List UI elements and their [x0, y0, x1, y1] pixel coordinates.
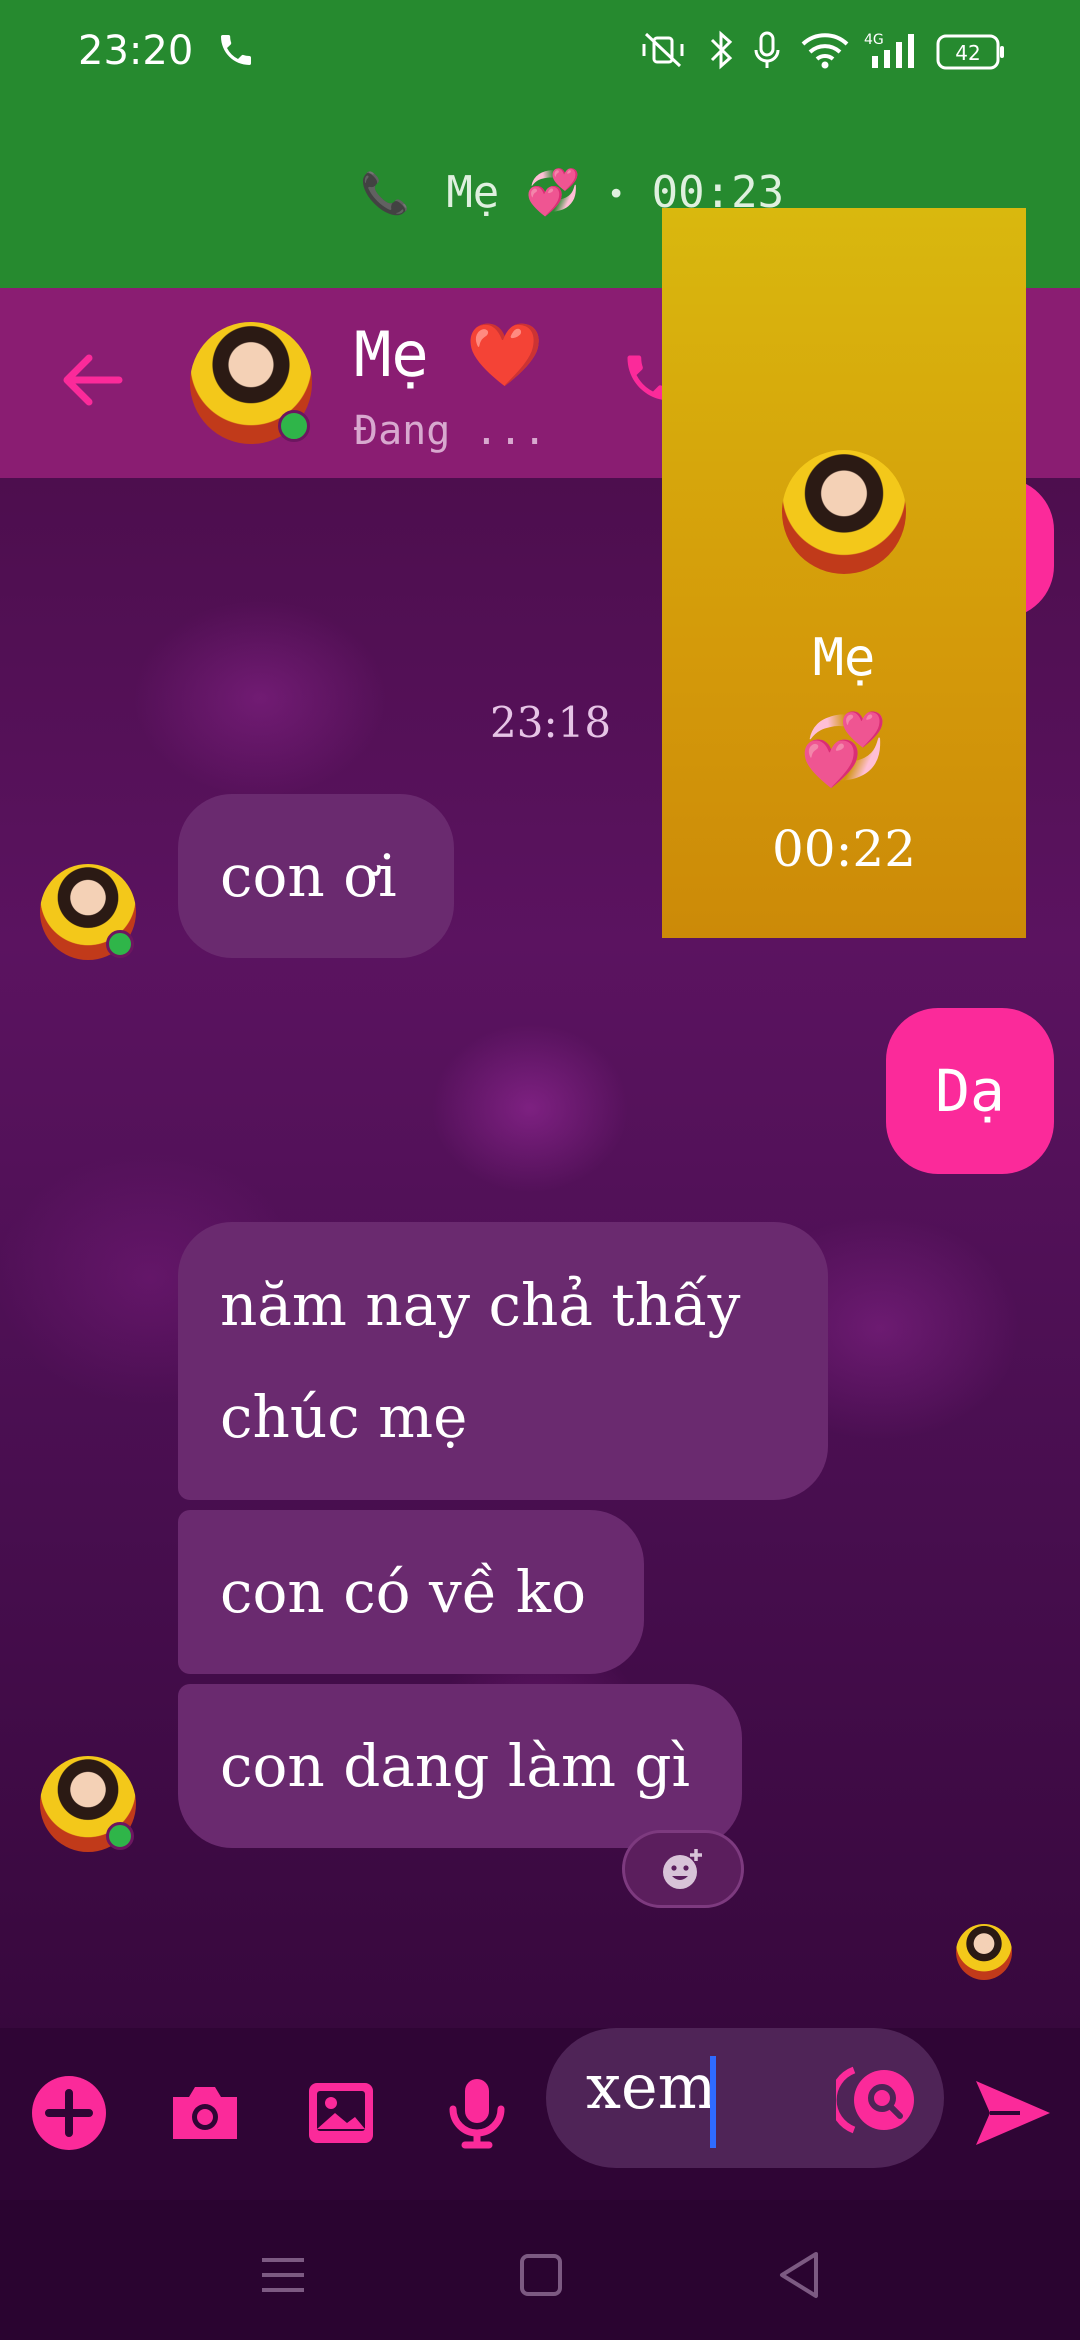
message-composer: xem: [0, 2028, 1080, 2200]
system-navigation-bar: [0, 2200, 1080, 2340]
message-text: con dang làm gì: [220, 1732, 691, 1800]
message-bubble-incoming[interactable]: con ơi: [178, 794, 454, 958]
wifi-icon: [800, 30, 850, 74]
text-caret: [710, 2056, 716, 2148]
recent-apps-button[interactable]: [248, 2240, 318, 2310]
message-text-line: chúc mẹ: [220, 1383, 468, 1451]
call-contact-name: Mẹ 💞: [446, 167, 581, 218]
message-input[interactable]: xem: [546, 2028, 944, 2168]
battery-level: 42: [955, 41, 980, 65]
message-text: con ơi: [220, 842, 397, 910]
add-button[interactable]: [24, 2068, 114, 2158]
microphone-icon: [449, 2079, 505, 2149]
home-square-icon: [520, 2254, 562, 2296]
contact-status: Đang ...: [354, 408, 547, 454]
mobile-signal-4g-icon: 4G: [864, 30, 920, 74]
floating-call-window[interactable]: Mẹ 💞 00:22: [662, 208, 1026, 938]
home-button[interactable]: [506, 2240, 576, 2310]
message-timestamp: 23:18: [490, 698, 612, 747]
microphone-status-icon: [752, 30, 782, 74]
back-button[interactable]: [52, 340, 132, 420]
plus-circle-icon: [32, 2076, 106, 2150]
svg-text:4G: 4G: [864, 32, 884, 48]
message-bubble-incoming[interactable]: con có về ko: [178, 1510, 644, 1674]
seen-indicator-avatar: [956, 1924, 1012, 1980]
bluetooth-icon: [706, 30, 736, 74]
send-icon: [976, 2081, 1050, 2145]
menu-lines-icon: [262, 2258, 304, 2292]
online-status-dot: [106, 930, 134, 958]
camera-icon: [173, 2087, 237, 2139]
call-window-name: Mẹ: [812, 628, 876, 688]
phone-icon: 📞: [360, 171, 410, 217]
call-separator: •: [607, 177, 626, 213]
emoji-add-icon: [663, 1849, 702, 1889]
add-reaction-button[interactable]: [622, 1830, 744, 1908]
message-text: con có về ko: [220, 1558, 586, 1626]
message-bubble-incoming[interactable]: năm nay chả thấy chúc mẹ: [178, 1222, 828, 1500]
back-nav-button[interactable]: [764, 2240, 834, 2310]
triangle-back-icon: [780, 2252, 818, 2298]
search-sticker-icon: [829, 2066, 914, 2134]
status-time: 23:20: [78, 28, 194, 74]
online-status-dot: [278, 410, 310, 442]
gallery-button[interactable]: [296, 2068, 386, 2158]
call-avatar: [782, 450, 906, 574]
two-hearts-emoji: 💞: [800, 708, 888, 790]
message-text: Dạ: [935, 1057, 1005, 1125]
phone-call-status-icon: [216, 30, 256, 74]
vibrate-off-icon: [636, 30, 690, 74]
battery-icon: 42: [936, 34, 1006, 74]
arrow-left-icon: [63, 354, 123, 406]
voice-button[interactable]: [432, 2068, 522, 2158]
contact-name[interactable]: Mẹ ❤️: [354, 318, 543, 392]
send-button[interactable]: [968, 2068, 1058, 2158]
message-text-line: năm nay chả thấy: [220, 1271, 741, 1339]
message-bubble-outgoing[interactable]: Dạ: [886, 1008, 1054, 1174]
image-icon: [309, 2083, 373, 2143]
message-input-text[interactable]: xem: [586, 2050, 716, 2123]
gif-search-button[interactable]: [829, 2060, 920, 2140]
message-bubble-incoming[interactable]: con dang làm gì: [178, 1684, 742, 1848]
online-status-dot: [106, 1822, 134, 1850]
call-window-duration: 00:22: [771, 820, 917, 878]
camera-button[interactable]: [160, 2068, 250, 2158]
